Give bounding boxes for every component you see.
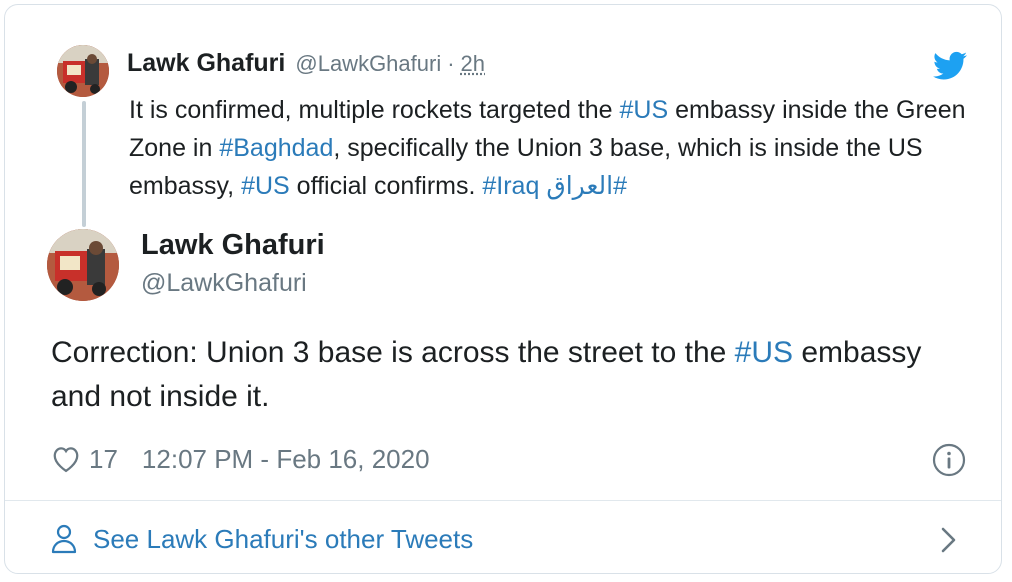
tweet-meta: 17 12:07 PM - Feb 16, 2020 [51,439,430,479]
other-tweets-label[interactable]: See Lawk Ghafuri's other Tweets [93,524,473,555]
author-name[interactable]: Lawk Ghafuri [141,229,325,262]
tweet-card: Lawk Ghafuri @LawkGhafuri · 2h It is con… [4,4,1002,574]
like-count[interactable]: 17 [89,444,118,475]
tweet-text-segment: Correction: Union 3 base is across the s… [51,336,735,369]
hashtag-link[interactable]: #US [620,96,669,124]
tweet-text: Correction: Union 3 base is across the s… [51,331,951,419]
author-handle[interactable]: @LawkGhafuri [141,269,307,298]
hashtag-link[interactable]: #Iraq [482,172,539,200]
person-icon [51,524,77,554]
hashtag-link[interactable]: #US [241,172,290,200]
quoted-timestamp-link[interactable]: 2h [461,51,485,77]
quoted-text-segment: It is confirmed, multiple rockets target… [129,96,620,124]
hashtag-link[interactable]: #US [735,336,793,369]
thread-connector-line [82,101,86,227]
quoted-avatar[interactable] [57,45,109,97]
quoted-tweet-text: It is confirmed, multiple rockets target… [129,91,969,205]
footer-divider [5,500,1001,501]
hashtag-link[interactable]: #العراق [546,172,627,200]
chevron-right-icon[interactable] [939,525,959,555]
heart-icon[interactable] [51,445,81,473]
author-avatar[interactable] [47,229,119,301]
other-tweets-link[interactable]: See Lawk Ghafuri's other Tweets [51,517,473,561]
quoted-author-handle[interactable]: @LawkGhafuri [295,51,441,77]
hashtag-link[interactable]: #Baghdad [219,134,333,162]
quoted-author-name[interactable]: Lawk Ghafuri [127,49,285,78]
twitter-bird-icon[interactable] [933,51,967,81]
header-separator: · [447,51,455,76]
quoted-text-segment: official confirms. [289,172,483,200]
tweet-timestamp[interactable]: 12:07 PM - Feb 16, 2020 [142,444,430,475]
quoted-header: Lawk Ghafuri @LawkGhafuri · 2h [127,49,485,83]
info-icon[interactable] [932,443,966,477]
